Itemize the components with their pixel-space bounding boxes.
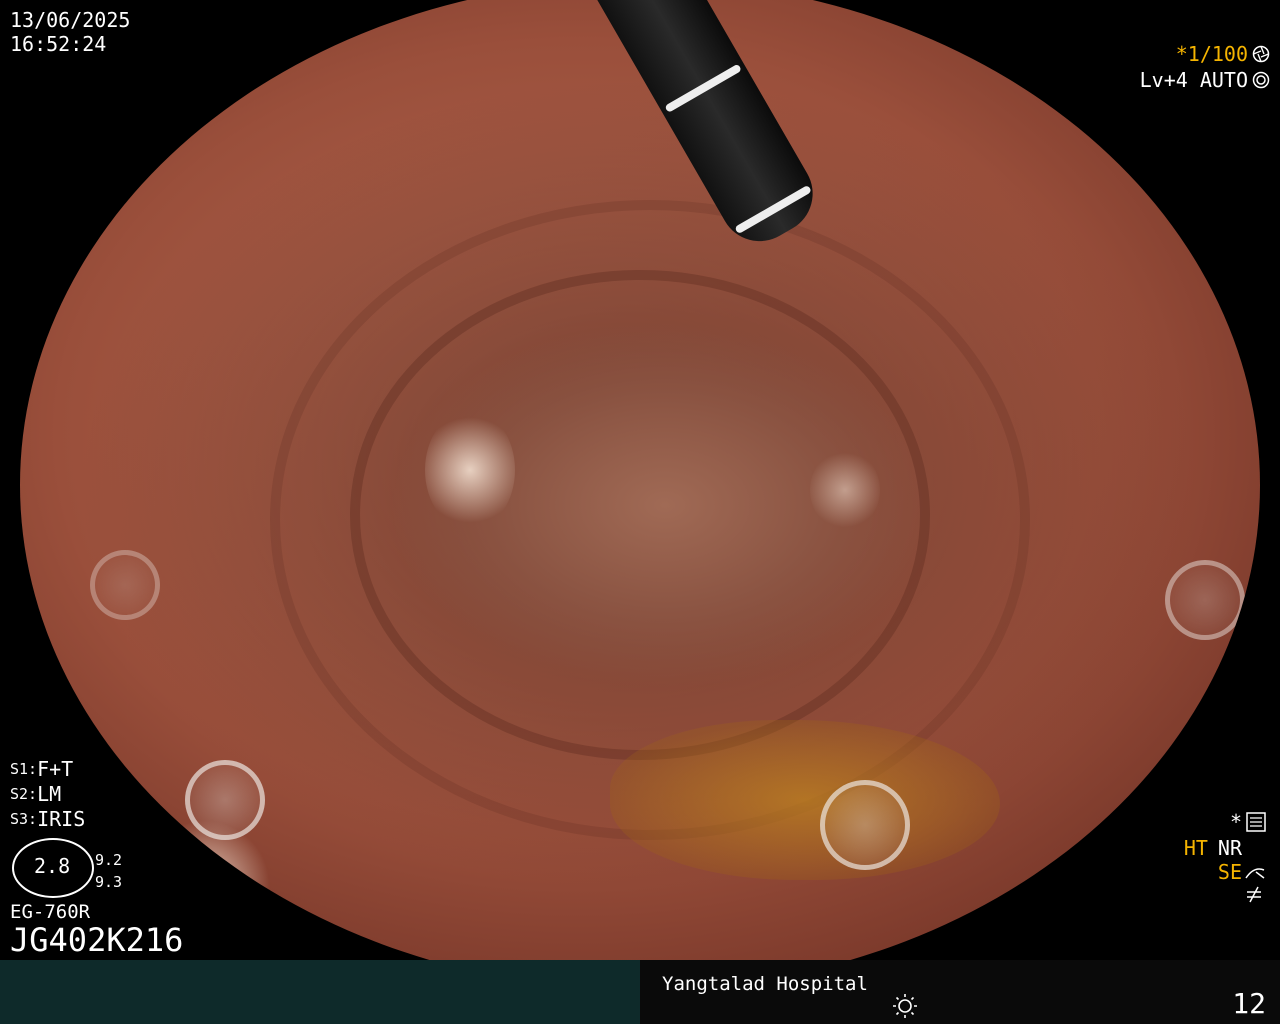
level-indicator: Lv+4 AUTO [1140, 68, 1270, 92]
bubble-ring [185, 760, 265, 840]
s1-label: S1: [10, 760, 38, 778]
endoscopy-view [20, 0, 1260, 990]
setting-s1: S1: F+T [10, 757, 85, 781]
se-label: SE [1217, 860, 1242, 884]
light-glare [810, 450, 880, 530]
level-value: Lv+4 AUTO [1139, 68, 1248, 92]
bubble-ring [1165, 560, 1245, 640]
shaft-band [664, 63, 742, 113]
meter-right-bottom: 9.3 [95, 873, 123, 891]
s3-label: S3: [10, 810, 38, 828]
settings-panel: S1: F+T S2: LM S3: IRIS [10, 757, 85, 831]
settings-sliders-icon [1246, 812, 1266, 832]
s2-label: S2: [10, 785, 38, 803]
star-indicator: * [1230, 810, 1266, 834]
s3-value: IRIS [37, 807, 86, 831]
not-equal-indicator [1244, 884, 1264, 908]
s2-value: LM [37, 782, 62, 806]
sun-icon [893, 994, 917, 1018]
bile-fluid [610, 720, 1000, 880]
hospital-name: Yangtalad Hospital [662, 973, 868, 995]
bubble-ring [820, 780, 910, 870]
date-label: 13/06/2025 [10, 8, 131, 32]
star-label: * [1229, 810, 1242, 834]
iris-icon [1252, 71, 1270, 89]
aperture-icon [1252, 45, 1270, 63]
shutter-indicator: *1/100 [1176, 42, 1270, 66]
setting-s3: S3: IRIS [10, 807, 85, 831]
light-glare [425, 410, 515, 530]
setting-s2: S2: LM [10, 782, 85, 806]
nr-label: NR [1217, 836, 1242, 860]
device-serial: JG402K216 [10, 921, 184, 959]
ht-nr-indicator: HT NR [1184, 836, 1242, 860]
footer-right-bar: Yangtalad Hospital 12 [640, 960, 1280, 1024]
meter-right-top: 9.2 [95, 851, 123, 869]
not-equal-icon [1247, 886, 1261, 903]
ht-label: HT [1183, 836, 1208, 860]
meter-value: 2.8 [34, 854, 71, 878]
footer-left-bar [0, 960, 640, 1024]
time-label: 16:52:24 [10, 32, 107, 56]
page-number: 12 [1232, 987, 1266, 1020]
bubble-ring [90, 550, 160, 620]
s1-value: F+T [37, 757, 74, 781]
se-indicator: SE [1218, 860, 1266, 884]
curve-icon [1245, 868, 1265, 879]
shutter-value: *1/100 [1175, 42, 1248, 66]
